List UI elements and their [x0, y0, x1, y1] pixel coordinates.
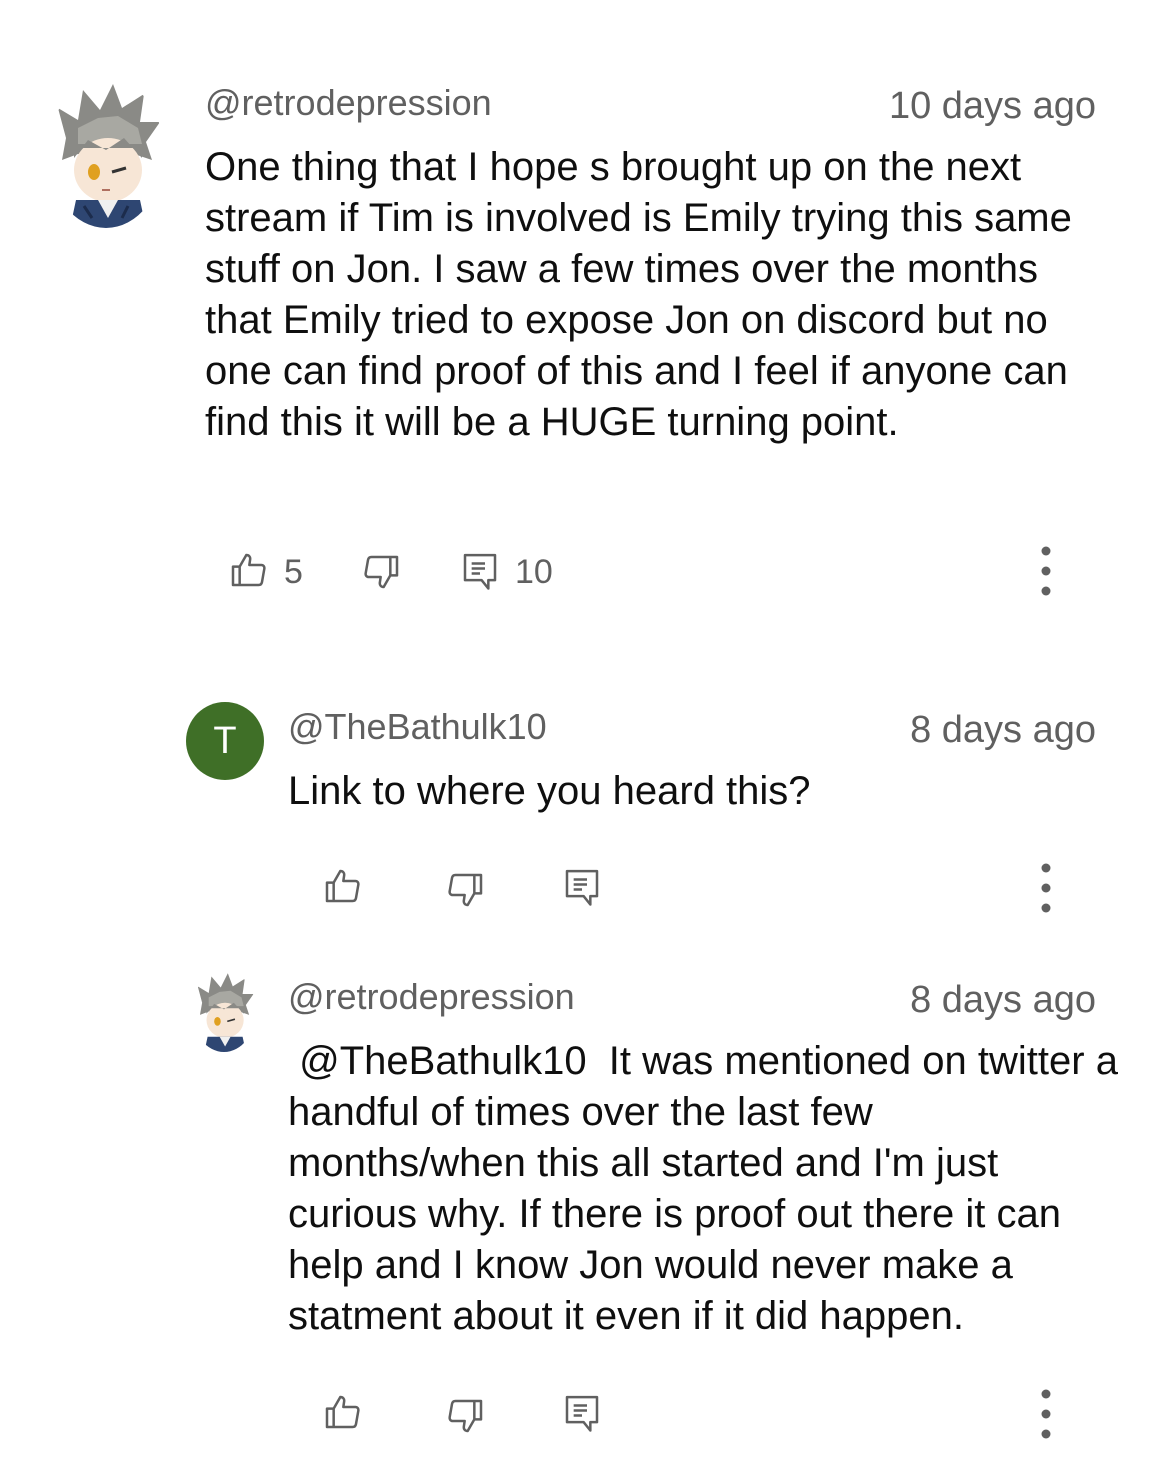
more-actions-button[interactable] — [1034, 1388, 1058, 1440]
comment-author[interactable]: @retrodepression — [288, 976, 575, 1018]
dislike-button[interactable] — [446, 1396, 486, 1436]
avatar[interactable]: T — [186, 702, 264, 780]
thumbs-up-icon — [322, 1392, 362, 1432]
thumbs-down-icon — [446, 870, 486, 910]
reply-button[interactable] — [562, 866, 602, 908]
like-button[interactable] — [322, 1392, 362, 1432]
reply-button[interactable] — [460, 550, 500, 592]
reply-comment-icon — [562, 1392, 602, 1434]
reply-count: 10 — [515, 553, 553, 591]
like-count: 5 — [284, 553, 303, 591]
comment-timestamp: 8 days ago — [910, 709, 1096, 751]
comment-author[interactable]: @retrodepression — [205, 82, 492, 124]
like-button[interactable] — [322, 866, 362, 906]
reply-button[interactable] — [562, 1392, 602, 1434]
more-actions-button[interactable] — [1034, 862, 1058, 914]
dislike-button[interactable] — [446, 870, 486, 910]
reply-comment-icon — [562, 866, 602, 908]
thumbs-up-icon — [322, 866, 362, 906]
thumbs-down-icon — [446, 1396, 486, 1436]
vertical-ellipsis-icon — [1034, 1388, 1058, 1440]
comment-author[interactable]: @TheBathulk10 — [288, 706, 547, 748]
vertical-ellipsis-icon — [1034, 545, 1058, 597]
more-actions-button[interactable] — [1034, 545, 1058, 597]
dislike-button[interactable] — [362, 552, 402, 592]
comment-timestamp: 8 days ago — [910, 979, 1096, 1021]
thumbs-down-icon — [362, 552, 402, 592]
avatar[interactable] — [48, 78, 164, 228]
vertical-ellipsis-icon — [1034, 862, 1058, 914]
like-button[interactable] — [228, 550, 268, 590]
comment-timestamp: 10 days ago — [888, 85, 1096, 127]
avatar[interactable] — [192, 970, 256, 1052]
reply-comment-icon — [460, 550, 500, 592]
comment-text: @TheBathulk10 It was mentioned on twitte… — [288, 1039, 1130, 1338]
comment-text: Link to where you heard this? — [288, 769, 811, 813]
comment-text: One thing that I hope s brought up on th… — [205, 145, 1072, 444]
thumbs-up-icon — [228, 550, 268, 590]
